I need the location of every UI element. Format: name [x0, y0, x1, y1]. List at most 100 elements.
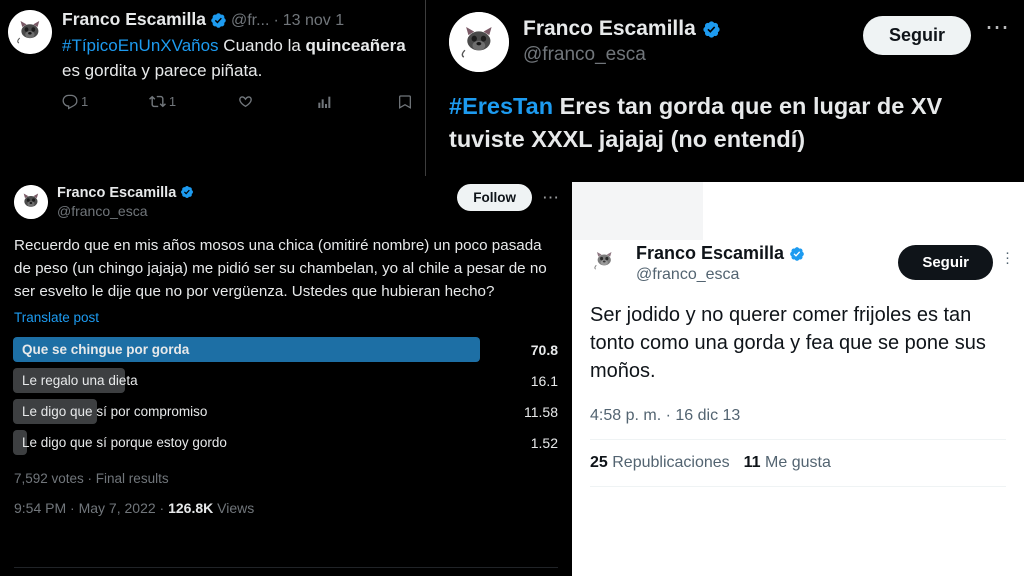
handle[interactable]: @fr... — [231, 12, 269, 29]
handle[interactable]: @franco_esca — [636, 264, 898, 285]
translate-post-link[interactable]: Translate post — [0, 303, 572, 325]
poll-option-row[interactable]: Le regalo una dieta 16.1 — [13, 368, 558, 394]
tweet-text: #EresTan Eres tan gorda que en lugar de … — [427, 72, 1024, 156]
tweet-time: 9:54 PM — [14, 500, 67, 517]
separator-dot-2: · — [155, 500, 169, 517]
views-analytics-icon — [317, 94, 333, 110]
follow-button[interactable]: Seguir — [862, 16, 971, 55]
views-count: 126.8K — [168, 500, 214, 517]
avatar-bulldog-icon[interactable] — [590, 246, 624, 280]
reply-icon — [62, 94, 78, 110]
poll-option-row[interactable]: Le digo que sí porque estoy gordo 1.52 — [13, 430, 558, 456]
retweets-label: Republicaciones — [612, 454, 730, 471]
poll-bar-track: Que se chingue por gorda — [13, 337, 480, 363]
tweet-text: #TípicoEnUnXVaños Cuando la quinceañera … — [62, 33, 426, 83]
more-horizontal-icon[interactable]: ⋯ — [542, 188, 560, 208]
avatar-bulldog-icon[interactable] — [14, 185, 48, 219]
poll-option-percent: 16.1 — [530, 372, 558, 389]
verified-badge-icon — [696, 20, 721, 41]
poll-option-row[interactable]: Que se chingue por gorda 70.8 — [13, 337, 558, 363]
tweet-author-block: Franco Escamilla @franco_esca — [636, 240, 898, 285]
tweet-card-top-right: Franco Escamilla @franco_esca Seguir ⋯ #… — [427, 0, 1024, 176]
separator-dot: · — [66, 500, 79, 517]
retweet-button[interactable]: 1 — [148, 93, 177, 110]
tweet-collage: Franco Escamilla @fr... · 13 nov 1 #Típico… — [0, 0, 1024, 576]
avatar-bulldog-icon[interactable] — [449, 12, 509, 72]
hashtag-link[interactable]: #TípicoEnUnXVaños — [62, 36, 219, 55]
follow-button[interactable]: Follow — [457, 184, 532, 211]
retweets-metric[interactable]: 25 Republicaciones — [590, 454, 730, 472]
retweet-icon — [148, 93, 166, 110]
likes-count: 11 — [743, 454, 761, 471]
placeholder-block — [572, 182, 703, 240]
poll-summary: 7,592 votes · Final results — [14, 471, 169, 487]
retweet-count: 1 — [168, 94, 177, 109]
tweet-card-poll: Franco Escamilla @franco_esca Follow ⋯ R… — [0, 176, 572, 576]
handle[interactable]: @franco_esca — [57, 202, 457, 220]
tweet-timestamp: 4:58 p. m. · 16 dic 13 — [590, 407, 741, 424]
avatar-bulldog-icon[interactable] — [8, 10, 52, 54]
like-icon — [237, 93, 254, 110]
more-horizontal-icon[interactable]: ⋯ — [985, 16, 1010, 40]
poll-option-label: Le digo que sí porque estoy gordo — [22, 435, 227, 451]
reply-count: 1 — [81, 94, 89, 109]
kebab-dot-3: · — [1005, 254, 1010, 271]
display-name[interactable]: Franco Escamilla — [523, 17, 696, 40]
verified-badge-icon — [784, 246, 805, 264]
tweet-text-segment-2: es gordita y parece piñata. — [62, 61, 263, 80]
more-vertical-icon[interactable]: · · · — [1005, 245, 1010, 271]
tweet-text: Ser jodido y no querer comer frijoles es… — [590, 304, 986, 382]
hashtag-link[interactable]: #EresTan — [449, 93, 553, 119]
panel-divider — [425, 0, 426, 176]
tweet-timestamp-row: 9:54 PM · May 7, 2022 · 126.8K Views — [0, 486, 572, 516]
poll-option-label: Le regalo una dieta — [22, 373, 138, 389]
display-name[interactable]: Franco Escamilla — [57, 185, 176, 201]
tweet-card-top-left: Franco Escamilla @fr... · 13 nov 1 #Típico… — [0, 0, 426, 176]
follow-button[interactable]: Seguir — [898, 245, 993, 280]
tweet-author-block: Franco Escamilla @franco_esca — [57, 184, 457, 220]
display-name-row: Franco Escamilla — [523, 16, 863, 42]
separator-dot: · — [273, 12, 279, 29]
views-label: Views — [213, 500, 255, 517]
poll-option-label: Que se chingue por gorda — [22, 342, 190, 358]
tweet-header-row: Franco Escamilla @fr... · 13 nov 1 #Típico… — [0, 0, 426, 110]
poll-option-percent: 1.52 — [530, 434, 558, 451]
poll-option-row[interactable]: Le digo que sí por compromiso 11.58 — [13, 399, 558, 425]
handle[interactable]: @franco_esca — [523, 42, 863, 67]
retweets-count: 25 — [590, 454, 608, 471]
tweet-date: May 7, 2022 — [78, 500, 156, 517]
tweet-header-row: Franco Escamilla @franco_esca Follow ⋯ — [0, 176, 572, 220]
tweet-text-bold: quinceañera — [305, 36, 406, 55]
poll-bar-track: Le digo que sí por compromiso — [13, 399, 480, 425]
tweet-text-segment-1: Cuando la — [223, 36, 306, 55]
tweet-action-bar: 1 1 — [62, 93, 426, 110]
poll-bar-track: Le digo que sí porque estoy gordo — [13, 430, 480, 456]
likes-label: Me gusta — [765, 454, 831, 471]
views-analytics-button[interactable] — [317, 94, 336, 110]
divider-bottom — [590, 486, 1006, 487]
display-name-row: Franco Escamilla — [636, 242, 898, 264]
tweet-text: Recuerdo que en mis años mosos una chica… — [14, 237, 547, 301]
poll-option-label: Le digo que sí por compromiso — [22, 404, 208, 420]
verified-badge-icon — [206, 9, 231, 31]
poll-results: Que se chingue por gorda 70.8 Le regalo … — [0, 325, 572, 456]
likes-metric[interactable]: 11 Me gusta — [744, 454, 831, 472]
poll-option-percent: 11.58 — [524, 403, 558, 420]
tweet-body: Franco Escamilla @fr... · 13 nov 1 #Típico… — [62, 8, 426, 110]
poll-option-percent: 70.8 — [530, 341, 558, 358]
tweet-date[interactable]: 13 nov 1 — [283, 12, 344, 29]
tweet-card-bottom-right: Franco Escamilla @franco_esca Seguir · ·… — [572, 182, 1024, 576]
like-button[interactable] — [237, 93, 257, 110]
display-name[interactable]: Franco Escamilla — [62, 9, 206, 29]
tweet-author-line: Franco Escamilla @fr... · 13 nov 1 — [62, 8, 426, 32]
bookmark-button[interactable] — [397, 94, 416, 110]
reply-button[interactable]: 1 — [62, 94, 88, 110]
tweet-metrics: 25 Republicaciones 11 Me gusta — [572, 440, 1024, 472]
tweet-header-row: Franco Escamilla @franco_esca Seguir ⋯ — [427, 0, 1024, 72]
bookmark-icon — [397, 94, 413, 110]
poll-bar-track: Le regalo una dieta — [13, 368, 480, 394]
display-name[interactable]: Franco Escamilla — [636, 243, 784, 263]
bottom-divider — [14, 567, 558, 568]
tweet-author-block: Franco Escamilla @franco_esca — [523, 12, 863, 67]
display-name-row: Franco Escamilla — [57, 184, 457, 202]
